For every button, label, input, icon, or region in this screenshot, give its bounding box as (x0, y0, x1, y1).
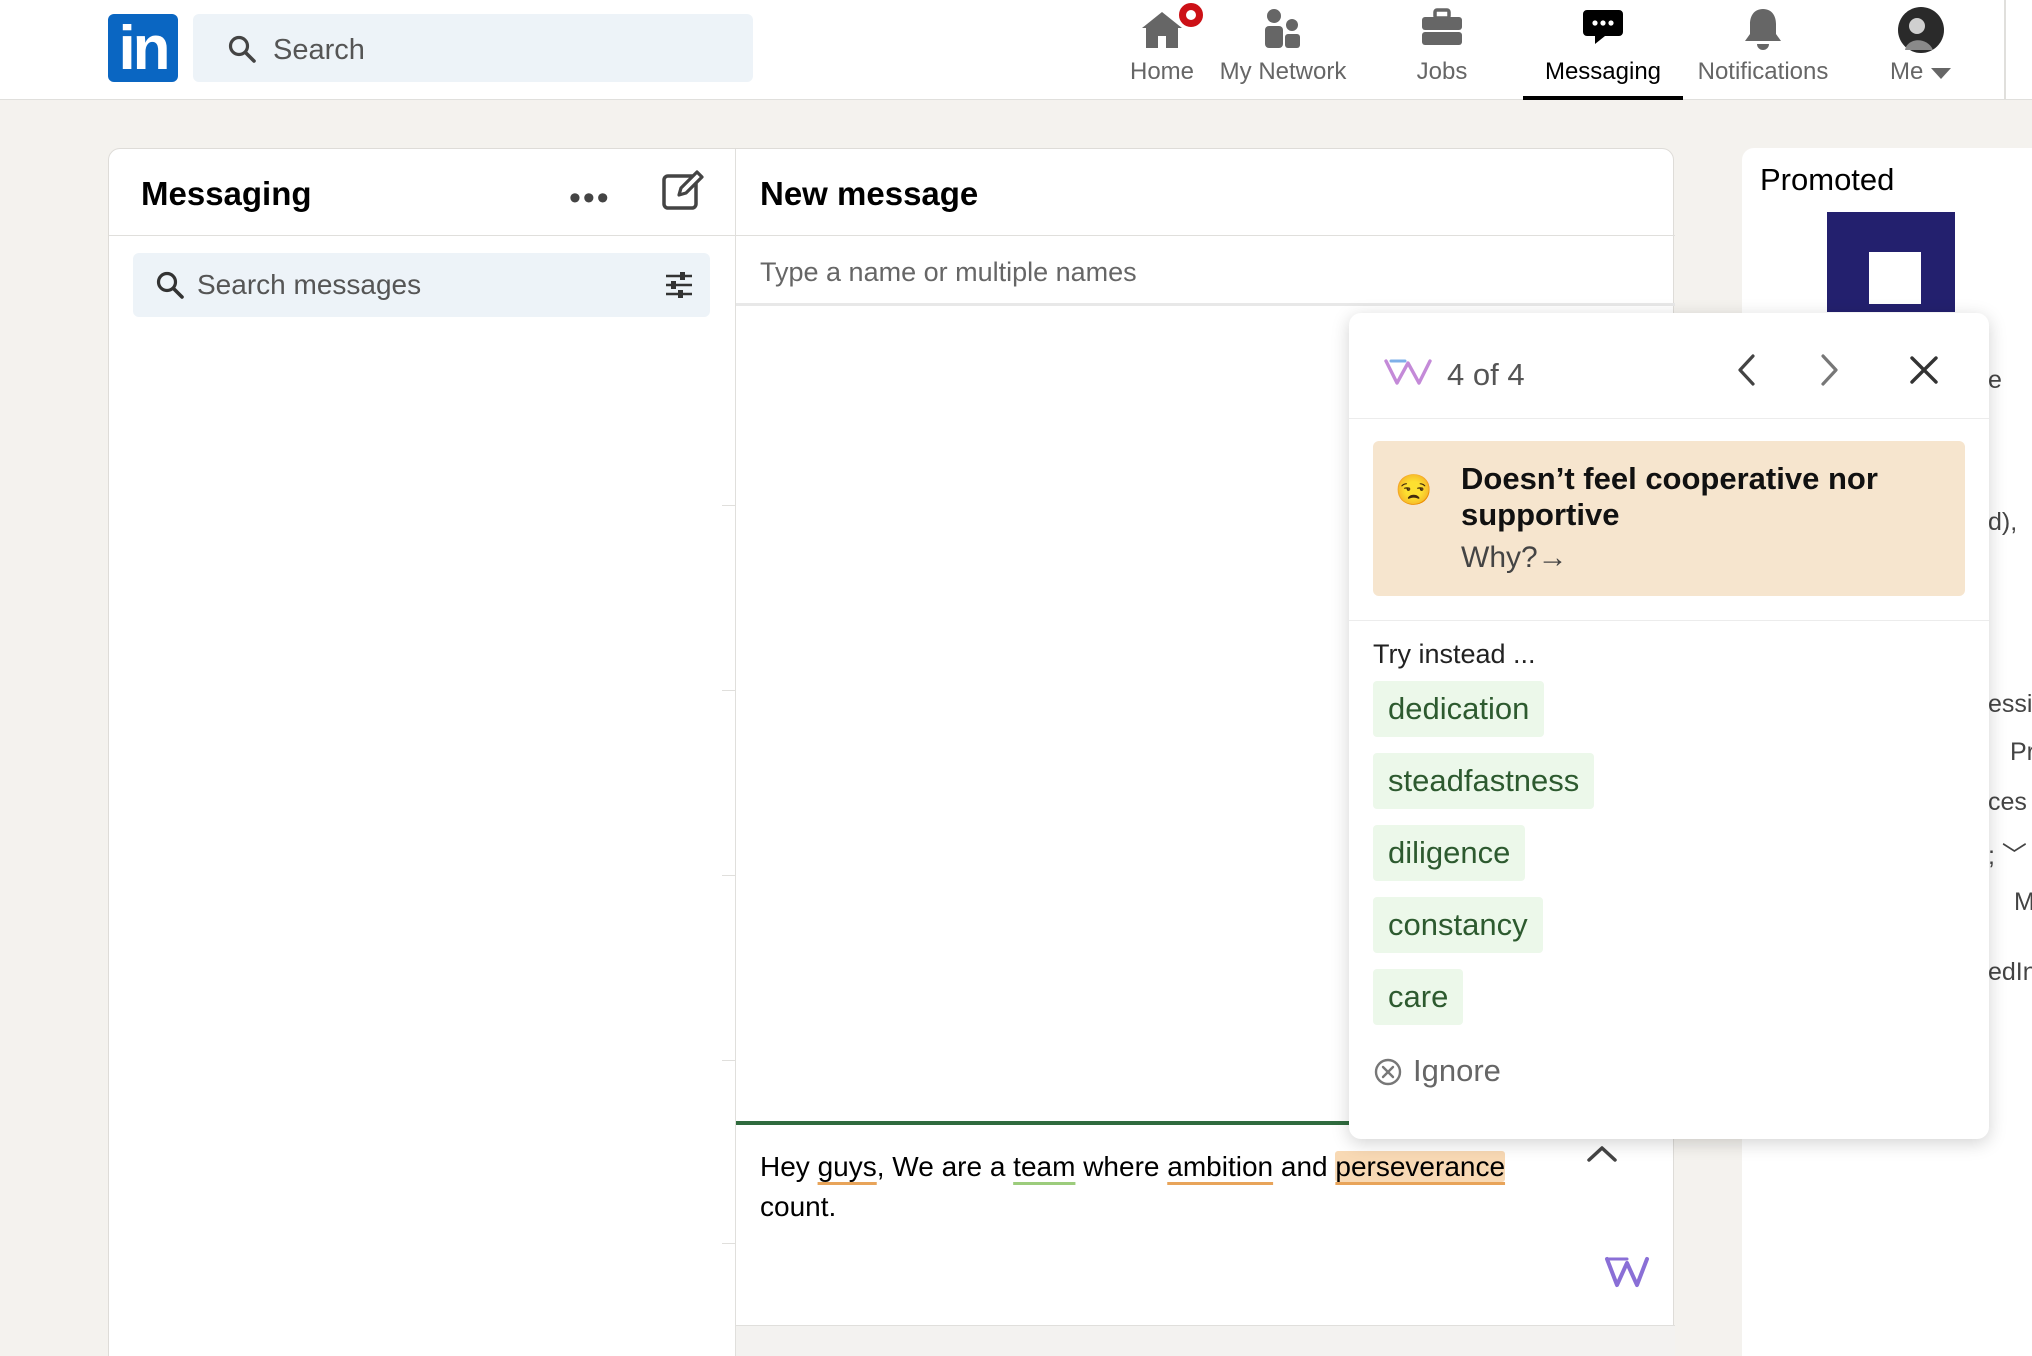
promo-text: d), (1988, 508, 2018, 536)
flagged-word[interactable]: guys (818, 1151, 877, 1182)
message-text: where (1075, 1151, 1168, 1182)
nav-label: My Network (1219, 58, 1347, 85)
suggestion-chip[interactable]: dedication (1373, 681, 1545, 737)
divider (722, 1243, 736, 1244)
compose-icon[interactable] (661, 169, 705, 213)
nav-label: Me (1890, 58, 1962, 86)
issue-headline: Doesn’t feel cooperative nor supportive (1461, 461, 1878, 532)
writing-assistant-icon[interactable] (1604, 1255, 1650, 1289)
nav-label: Messaging (1544, 58, 1662, 85)
message-text: and (1273, 1151, 1336, 1182)
promo-text: essib (1988, 690, 2032, 718)
divider (722, 1060, 736, 1061)
composer-toolbar (736, 1325, 1675, 1356)
nav-my-network[interactable]: My Network (1208, 0, 1358, 100)
flagged-word[interactable]: ambition (1167, 1151, 1273, 1182)
linkedin-logo[interactable]: in (108, 14, 178, 83)
page-title: Messaging (141, 175, 312, 212)
promoted-title: Promoted (1760, 162, 1895, 197)
divider (722, 875, 736, 876)
highlighted-word[interactable]: perseverance (1335, 1151, 1506, 1182)
message-text: Hey (760, 1151, 818, 1182)
avatar (1898, 7, 1944, 53)
search-icon (228, 35, 256, 63)
ignore-label: Ignore (1413, 1053, 1501, 1088)
conversation-list-pane: Messaging ••• Search messages (109, 149, 736, 1356)
message-text: , We are a (876, 1151, 1014, 1182)
chevron-right-icon[interactable] (1817, 353, 1841, 387)
promo-text: e (1988, 366, 2002, 394)
promo-text: edIn (1988, 958, 2032, 986)
promo-text: ces (1988, 788, 2027, 816)
unamused-face-icon: 😒 (1395, 474, 1433, 507)
nav-notifications[interactable]: Notifications (1690, 0, 1836, 100)
nav-label: Notifications (1697, 58, 1829, 85)
message-text: count. (760, 1191, 837, 1222)
nav-me[interactable]: Me (1880, 0, 1962, 100)
top-navigation: in Search Home My Network Jobs Messaging… (0, 0, 2032, 100)
nav-jobs[interactable]: Jobs (1390, 0, 1494, 100)
promo-text: Pr (2010, 738, 2032, 766)
me-label: Me (1890, 58, 1924, 85)
divider (722, 690, 736, 691)
briefcase-icon (1422, 8, 1462, 45)
nav-messaging[interactable]: Messaging (1523, 0, 1683, 100)
chevron-up-icon[interactable] (1586, 1143, 1618, 1165)
why-link[interactable]: Why?→ (1461, 541, 1568, 575)
caret-down-icon (1931, 67, 1952, 79)
nav-label: Jobs (1416, 58, 1468, 85)
popup-header: 4 of 4 (1349, 313, 1989, 419)
flagged-word[interactable]: team (1013, 1151, 1075, 1182)
notification-badge (1176, 0, 1206, 30)
divider (722, 505, 736, 506)
message-composer[interactable]: Hey guys, We are a team where ambition a… (736, 1121, 1675, 1321)
issue-card: 😒 Doesn’t feel cooperative nor supportiv… (1373, 441, 1965, 596)
global-search-input[interactable]: Search (193, 14, 753, 82)
recipient-input[interactable]: Type a name or multiple names (736, 236, 1675, 306)
nav-divider (2004, 0, 2006, 100)
chevron-left-icon[interactable] (1735, 353, 1759, 387)
try-instead-label: Try instead ... (1373, 639, 1536, 669)
divider (1349, 620, 1989, 621)
promo-text: ; ﹀ (1988, 842, 2027, 870)
search-messages-input[interactable]: Search messages (133, 253, 710, 317)
search-placeholder: Search (273, 34, 365, 66)
message-body[interactable]: Hey guys, We are a team where ambition a… (760, 1147, 1580, 1227)
network-icon (1265, 9, 1300, 48)
writing-suggestion-popup: 4 of 4 😒 Doesn’t feel cooperative nor su… (1349, 313, 1989, 1139)
search-icon (156, 271, 184, 299)
recipient-placeholder: Type a name or multiple names (760, 257, 1137, 287)
new-message-header: New message (736, 149, 1675, 236)
close-icon[interactable] (1909, 355, 1939, 385)
suggestion-counter: 4 of 4 (1447, 357, 1525, 392)
ellipsis-icon[interactable]: ••• (569, 179, 611, 218)
bell-icon (1745, 9, 1781, 50)
filter-icon[interactable] (663, 269, 695, 301)
promo-text: M (2014, 888, 2032, 916)
new-message-title: New message (760, 175, 979, 212)
search-messages-placeholder: Search messages (197, 269, 422, 300)
writing-assistant-logo (1384, 359, 1432, 385)
messaging-icon (1583, 10, 1623, 44)
suggestion-chip[interactable]: care (1373, 969, 1464, 1025)
suggestion-chip[interactable]: diligence (1373, 825, 1526, 881)
messaging-header: Messaging ••• (109, 149, 736, 236)
circle-x-icon (1374, 1058, 1402, 1086)
advertiser-logo[interactable] (1827, 212, 1955, 312)
suggestion-chip[interactable]: constancy (1373, 897, 1543, 953)
suggestion-chip[interactable]: steadfastness (1373, 753, 1595, 809)
